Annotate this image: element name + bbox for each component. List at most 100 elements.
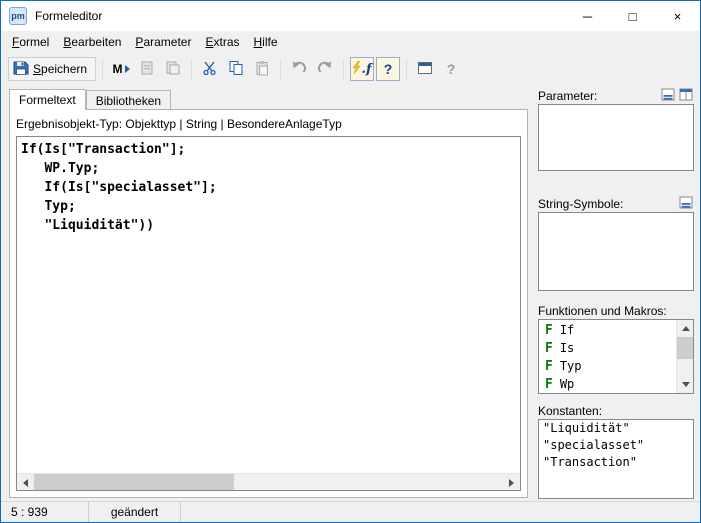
document-gray-icon xyxy=(139,60,155,79)
function-name: If xyxy=(560,323,574,337)
save-icon xyxy=(13,60,29,79)
functions-list: F If F Is F Typ F Wp xyxy=(540,321,676,392)
help-button[interactable]: ? xyxy=(439,57,463,81)
functions-listbox[interactable]: F If F Is F Typ F Wp xyxy=(538,319,694,394)
help-question-icon: ? xyxy=(447,61,456,77)
toolbar-separator xyxy=(191,59,192,79)
parameter-table-icon[interactable] xyxy=(679,88,694,105)
statusbar: 5 : 939 geändert xyxy=(1,501,700,522)
up-triangle-icon xyxy=(682,326,690,331)
toolbar-separator xyxy=(343,59,344,79)
syntax-help-button[interactable]: ? xyxy=(376,57,400,81)
insert-disabled-button-1[interactable] xyxy=(135,57,159,81)
scroll-up-arrow[interactable] xyxy=(677,320,694,337)
tab-bibliotheken[interactable]: Bibliotheken xyxy=(86,90,171,109)
insert-macro-button[interactable]: M xyxy=(109,57,133,81)
window-controls: ─ □ × xyxy=(565,1,700,31)
paste-icon xyxy=(254,60,270,79)
constant-item-specialasset[interactable]: "specialasset" xyxy=(539,437,693,454)
constant-item-transaction[interactable]: "Transaction" xyxy=(539,454,693,471)
titlebar: pm Formeleditor ─ □ × xyxy=(1,1,700,31)
save-button[interactable]: Speichern xyxy=(8,57,96,81)
function-icon: F xyxy=(545,341,553,356)
insert-disabled-button-2[interactable] xyxy=(161,57,185,81)
formula-f-icon: .f xyxy=(361,62,371,77)
function-item-typ[interactable]: F Typ xyxy=(540,357,676,375)
function-item-is[interactable]: F Is xyxy=(540,339,676,357)
maximize-button[interactable]: □ xyxy=(610,1,655,31)
right-triangle-icon xyxy=(509,479,514,487)
undo-button[interactable] xyxy=(287,57,311,81)
function-item-if[interactable]: F If xyxy=(540,321,676,339)
scroll-down-arrow[interactable] xyxy=(677,376,694,393)
left-triangle-icon xyxy=(23,479,28,487)
toolbar-separator xyxy=(406,59,407,79)
formeleditor-window: pm Formeleditor ─ □ × Formel Bearbeiten … xyxy=(0,0,701,523)
scroll-right-arrow[interactable] xyxy=(503,474,520,491)
close-button[interactable]: × xyxy=(655,1,700,31)
constants-header: Konstanten: xyxy=(538,403,694,419)
parameter-list-icon[interactable] xyxy=(661,88,676,105)
paste-button[interactable] xyxy=(250,57,274,81)
menu-hilfe[interactable]: Hilfe xyxy=(247,32,285,52)
formula-editor[interactable]: If(Is["Transaction"]; WP.Typ; If(Is["spe… xyxy=(16,136,521,491)
redo-button[interactable] xyxy=(313,57,337,81)
menu-parameter[interactable]: Parameter xyxy=(128,32,198,52)
string-symbols-label: String-Symbole: xyxy=(538,197,623,211)
lightning-icon xyxy=(352,61,361,77)
check-formula-button[interactable]: .f xyxy=(350,57,374,81)
app-icon: pm xyxy=(9,7,27,25)
constant-item-liquiditaet[interactable]: "Liquidität" xyxy=(539,420,693,437)
constants-listbox[interactable]: "Liquidität" "specialasset" "Transaction… xyxy=(538,419,694,499)
insert-macro-arrow-icon xyxy=(125,65,130,73)
string-symbols-listbox[interactable] xyxy=(538,212,694,291)
window-title: Formeleditor xyxy=(35,9,102,23)
function-item-wp[interactable]: F Wp xyxy=(540,375,676,393)
tab-formeltext[interactable]: Formeltext xyxy=(9,89,86,110)
parameter-header: Parameter: xyxy=(538,88,694,104)
right-panel: Parameter: xyxy=(538,87,694,499)
formula-text[interactable]: If(Is["Transaction"]; WP.Typ; If(Is["spe… xyxy=(18,138,519,472)
editor-horizontal-scrollbar[interactable] xyxy=(17,473,520,490)
redo-icon xyxy=(317,60,333,79)
vertical-scroll-thumb[interactable] xyxy=(677,337,693,359)
horizontal-scroll-thumb[interactable] xyxy=(34,474,234,490)
minimize-button[interactable]: ─ xyxy=(565,1,610,31)
menu-bearbeiten[interactable]: Bearbeiten xyxy=(56,32,128,52)
app-icon-text: pm xyxy=(11,11,25,21)
copy-button[interactable] xyxy=(224,57,248,81)
menu-formel[interactable]: Formel xyxy=(5,32,56,52)
functions-label: Funktionen und Makros: xyxy=(538,304,667,318)
code-line: "Liquidität")) xyxy=(21,216,516,235)
code-line: If(Is["specialasset"]; xyxy=(21,178,516,197)
insert-macro-icon: M xyxy=(113,62,123,76)
function-name: Typ xyxy=(560,359,582,373)
code-line: WP.Typ; xyxy=(21,159,516,178)
toolbar-separator xyxy=(102,59,103,79)
menubar: Formel Bearbeiten Parameter Extras Hilfe xyxy=(1,31,700,53)
function-name: Is xyxy=(560,341,574,355)
statusbar-position: 5 : 939 xyxy=(1,502,89,522)
menu-extras[interactable]: Extras xyxy=(198,32,246,52)
window-icon xyxy=(417,60,433,79)
result-type-label: Ergebnisobjekt-Typ: Objekttyp | String |… xyxy=(16,117,342,131)
constants-label: Konstanten: xyxy=(538,404,602,418)
function-icon: F xyxy=(545,359,553,374)
functions-header: Funktionen und Makros: xyxy=(538,303,694,319)
tab-strip: Formeltext Bibliotheken xyxy=(9,88,171,109)
function-name: Wp xyxy=(560,377,574,391)
parameter-label: Parameter: xyxy=(538,89,597,103)
function-icon: F xyxy=(545,323,553,338)
statusbar-filler xyxy=(181,502,700,522)
functions-vertical-scrollbar[interactable] xyxy=(676,320,693,393)
result-window-button[interactable] xyxy=(413,57,437,81)
code-line: Typ; xyxy=(21,197,516,216)
save-button-label: Speichern xyxy=(33,62,87,76)
scroll-left-arrow[interactable] xyxy=(17,474,34,491)
string-symbols-icon[interactable] xyxy=(679,196,694,213)
parameter-listbox[interactable] xyxy=(538,104,694,171)
cut-button[interactable] xyxy=(198,57,222,81)
document-gray-icon xyxy=(165,60,181,79)
toolbar-separator xyxy=(280,59,281,79)
function-icon: F xyxy=(545,377,553,392)
